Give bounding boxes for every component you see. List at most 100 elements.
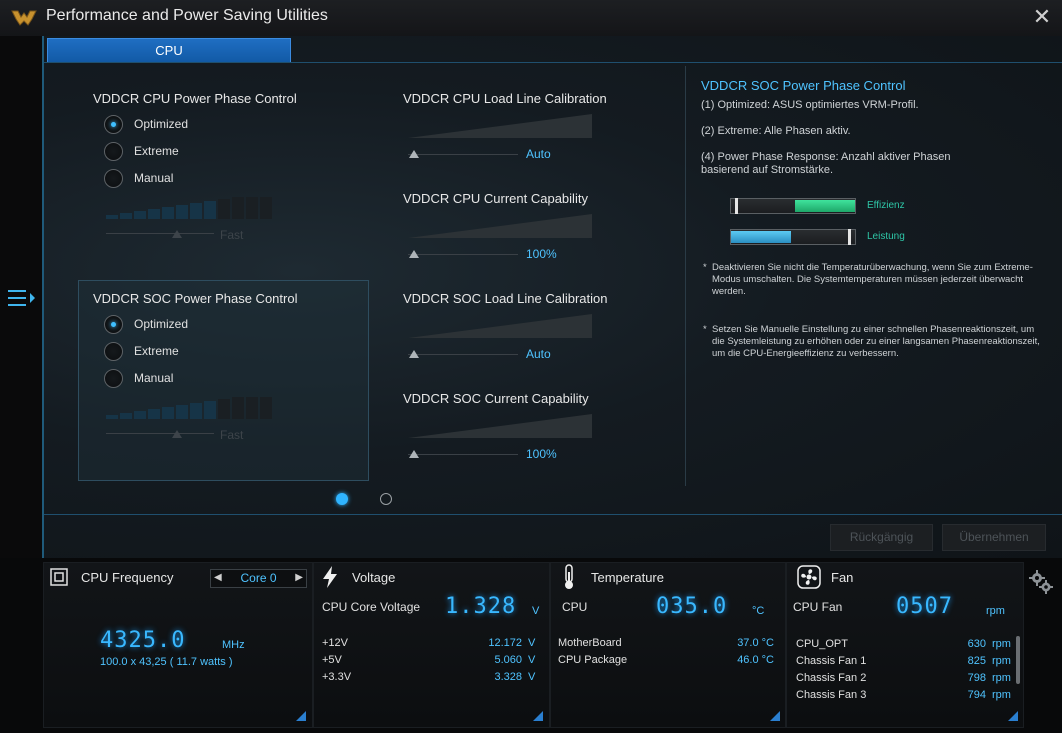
cpu-llc-value: Auto <box>526 147 551 161</box>
soc-llc-track <box>408 354 518 355</box>
cpu-phase-label-optimized: Optimized <box>134 117 189 131</box>
fan-row-unit: rpm <box>992 672 1011 684</box>
voltage-row-unit: V <box>528 654 536 666</box>
thermometer-icon <box>565 564 573 589</box>
soc-llc-thumb[interactable] <box>409 350 419 358</box>
window-title: Performance and Power Saving Utilities <box>46 7 328 24</box>
cpu-current-value: 100% <box>526 247 557 261</box>
soc-current-title: VDDCR SOC Current Capability <box>403 391 589 406</box>
cpu-current-title: VDDCR CPU Current Capability <box>403 191 588 206</box>
cpu-llc-thumb[interactable] <box>409 150 419 158</box>
cpu-panel-corner <box>296 711 306 721</box>
gear-icon[interactable] <box>1028 569 1054 595</box>
voltage-title: Voltage <box>352 570 396 585</box>
soc-llc-ramp <box>408 314 592 338</box>
close-icon[interactable]: ✕ <box>1030 4 1054 30</box>
fan-row-value: 798 <box>967 672 986 684</box>
voltage-row-unit: V <box>528 671 536 683</box>
soc-phase-speed-track <box>106 433 214 434</box>
fan-row-label: CPU_OPT <box>796 638 848 650</box>
soc-phase-radio-extreme[interactable] <box>104 342 123 361</box>
temperature-main-label: CPU <box>562 600 588 614</box>
voltage-row-value: 12.172 <box>488 637 522 649</box>
soc-phase-label-optimized: Optimized <box>134 317 189 331</box>
fan-row-unit: rpm <box>992 638 1011 650</box>
temperature-row-label: MotherBoard <box>558 637 622 649</box>
fan-row-label: Chassis Fan 2 <box>796 672 867 684</box>
voltage-main-label: CPU Core Voltage <box>322 600 421 614</box>
voltage-panel-corner <box>533 711 543 721</box>
fan-title: Fan <box>831 570 854 585</box>
help-separator <box>685 66 686 486</box>
temperature-row-label: CPU Package <box>558 654 628 666</box>
fan-row-unit: rpm <box>992 655 1011 667</box>
fan-panel-corner <box>1008 711 1018 721</box>
menu-icon[interactable] <box>8 288 38 308</box>
cpu-current-thumb[interactable] <box>409 250 419 258</box>
efficiency-label: Effizienz <box>867 200 905 211</box>
soc-phase-radio-manual[interactable] <box>104 369 123 388</box>
soc-llc-value: Auto <box>526 347 551 361</box>
cpu-llc-ramp <box>408 114 592 138</box>
soc-current-thumb[interactable] <box>409 450 419 458</box>
fan-row-unit: rpm <box>992 689 1011 701</box>
soc-phase-speed-label: Fast <box>220 428 244 442</box>
help-title: VDDCR SOC Power Phase Control <box>701 78 906 93</box>
temperature-title: Temperature <box>591 570 664 585</box>
soc-llc-title: VDDCR SOC Load Line Calibration <box>403 291 608 306</box>
temperature-panel-corner <box>770 711 780 721</box>
page-dot-1[interactable] <box>336 493 348 505</box>
soc-phase-radio-optimized[interactable] <box>104 315 123 334</box>
fan-main-value: 0507 <box>896 594 953 619</box>
undo-button[interactable]: Rückgängig <box>830 524 933 551</box>
voltage-main-value: 1.328 <box>445 594 517 619</box>
cpu-frequency-detail: 100.0 x 43,25 ( 11.7 watts ) <box>100 656 233 668</box>
note-1-bullet: * <box>703 262 707 273</box>
cpu-phase-speed-track <box>106 233 214 234</box>
voltage-row-label: +12V <box>322 637 348 649</box>
core-selector[interactable]: ◀ Core 0 ▶ <box>210 569 307 588</box>
fan-list-scrollbar[interactable] <box>1016 636 1020 684</box>
soc-current-track <box>408 454 518 455</box>
voltage-row-value: 5.060 <box>494 654 522 666</box>
voltage-row-unit: V <box>528 637 536 649</box>
lightning-icon <box>323 566 337 588</box>
fan-main-unit: rpm <box>986 605 1005 617</box>
tab-divider <box>44 62 1062 63</box>
tab-cpu[interactable]: CPU <box>47 38 291 63</box>
cpu-phase-radio-extreme[interactable] <box>104 142 123 161</box>
bottom-divider <box>44 514 1062 515</box>
help-line-2: (2) Extreme: Alle Phasen aktiv. <box>701 125 851 137</box>
help-note-2: Setzen Sie Manuelle Einstellung zu einer… <box>712 324 1040 359</box>
temperature-row-value: 46.0 °C <box>737 654 774 666</box>
fan-row-value: 630 <box>967 638 986 650</box>
efficiency-bar <box>730 198 856 214</box>
soc-phase-title: VDDCR SOC Power Phase Control <box>93 291 298 306</box>
fan-main-label: CPU Fan <box>793 600 843 614</box>
voltage-row-label: +3.3V <box>322 671 352 683</box>
cpu-llc-title: VDDCR CPU Load Line Calibration <box>403 91 607 106</box>
temperature-main-unit: °C <box>752 605 765 617</box>
fan-row-value: 825 <box>967 655 986 667</box>
cpu-frequency-unit: MHz <box>222 639 245 651</box>
fan-row-value: 794 <box>967 689 986 701</box>
soc-phase-label-manual: Manual <box>134 371 174 385</box>
chip-icon <box>50 568 68 586</box>
cpu-phase-title: VDDCR CPU Power Phase Control <box>93 91 297 106</box>
help-line-3: (4) Power Phase Response: Anzahl aktiver… <box>701 151 951 176</box>
voltage-main-unit: V <box>532 605 540 617</box>
core-next-icon[interactable]: ▶ <box>295 572 303 583</box>
cpu-phase-radio-optimized[interactable] <box>104 115 123 134</box>
cpu-frequency-value: 4325.0 <box>100 628 186 653</box>
page-dot-2[interactable] <box>380 493 392 505</box>
cpu-phase-speed-label: Fast <box>220 228 244 242</box>
cpu-current-track <box>408 254 518 255</box>
temperature-main-value: 035.0 <box>656 594 728 619</box>
cpu-phase-label-manual: Manual <box>134 171 174 185</box>
soc-current-value: 100% <box>526 447 557 461</box>
voltage-row-value: 3.328 <box>494 671 522 683</box>
cpu-phase-speed-steps <box>106 197 272 219</box>
cpu-phase-radio-manual[interactable] <box>104 169 123 188</box>
soc-current-ramp <box>408 414 592 438</box>
apply-button[interactable]: Übernehmen <box>942 524 1046 551</box>
